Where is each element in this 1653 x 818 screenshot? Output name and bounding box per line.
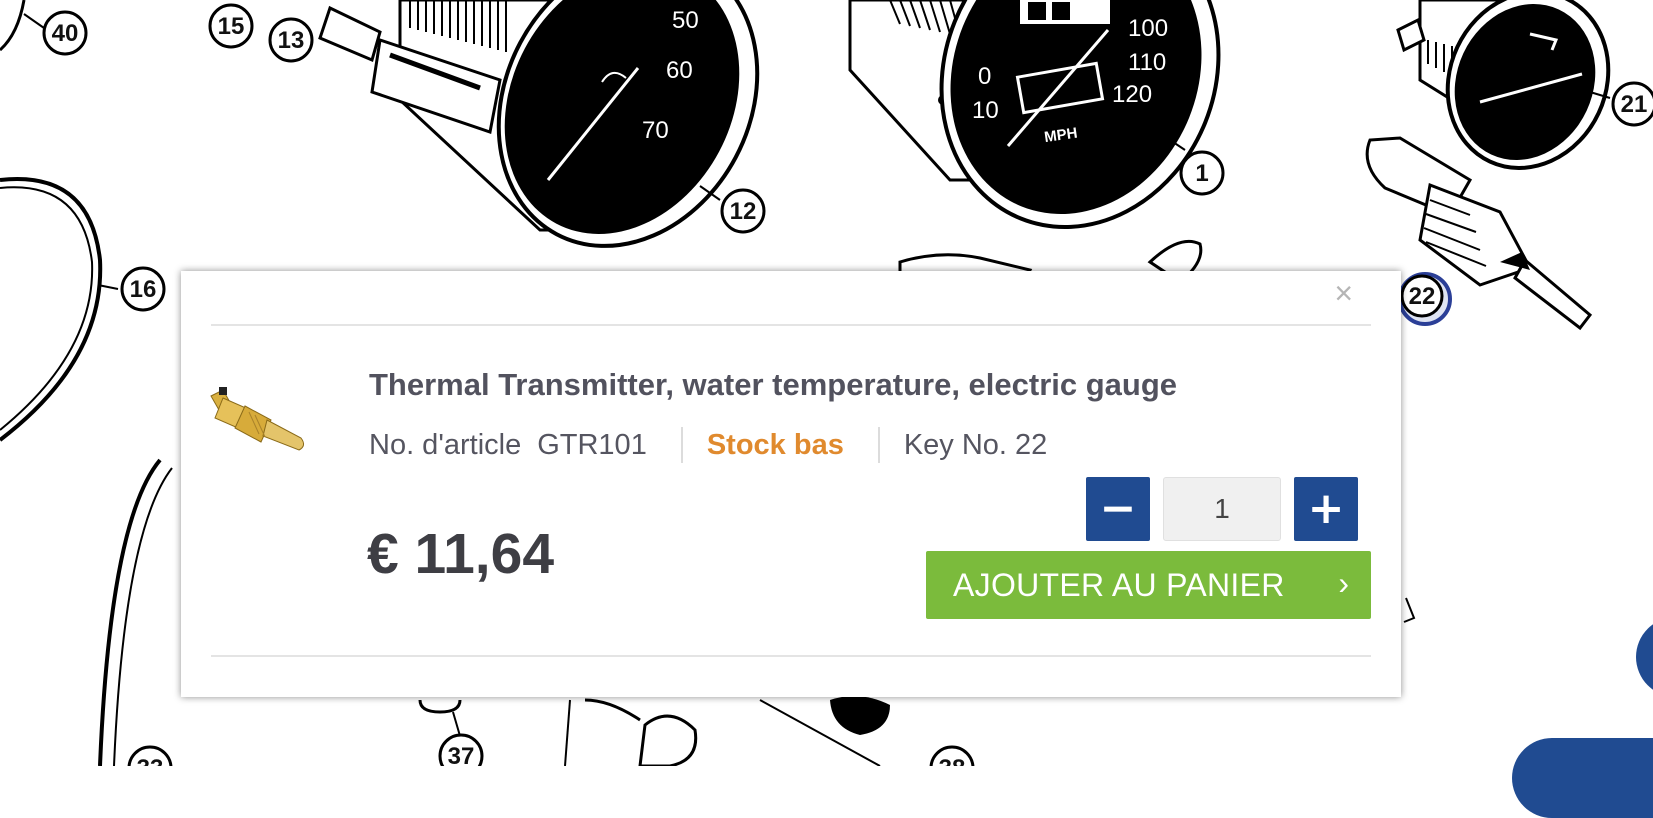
- callout-1: 1: [1179, 150, 1225, 196]
- svg-text:37: 37: [448, 743, 475, 766]
- callout-37: 37: [438, 733, 484, 766]
- callout-22[interactable]: 22: [1398, 272, 1452, 326]
- dial-label: 50: [672, 7, 699, 34]
- svg-text:12: 12: [730, 198, 757, 225]
- dial-label: 70: [642, 117, 669, 144]
- thermal-transmitter-photo-icon: [210, 387, 305, 451]
- quantity-input[interactable]: [1163, 477, 1281, 541]
- product-price: € 11,64: [367, 522, 555, 586]
- callout-13: 13: [268, 17, 314, 63]
- svg-text:13: 13: [278, 27, 305, 54]
- callout-12: 12: [699, 185, 766, 234]
- chat-button[interactable]: [1512, 738, 1653, 818]
- dial-label: 120: [1112, 81, 1152, 108]
- svg-text:40: 40: [52, 20, 79, 47]
- article-number-label: No. d'article: [369, 428, 522, 461]
- add-to-cart-button[interactable]: AJOUTER AU PANIER ›: [926, 551, 1371, 619]
- plus-icon: +: [1307, 483, 1345, 534]
- popup-divider-top: [211, 324, 1371, 326]
- dial-label: 0: [978, 63, 991, 90]
- close-icon[interactable]: ×: [1334, 277, 1353, 309]
- popup-divider-bottom: [211, 655, 1371, 657]
- product-meta: No. d'article GTR101 Stock bas Key No. 2…: [369, 427, 1047, 463]
- stock-status-badge: Stock bas: [706, 428, 844, 461]
- meta-divider: [877, 427, 880, 463]
- svg-text:16: 16: [130, 276, 157, 303]
- callout-38: 38: [929, 745, 975, 766]
- chevron-right-icon: ›: [1338, 565, 1349, 601]
- meta-divider: [680, 427, 683, 463]
- svg-text:33: 33: [137, 755, 164, 766]
- dial-label: 100: [1128, 15, 1168, 42]
- article-number-value: GTR101: [537, 428, 647, 461]
- dial-label: 10: [972, 97, 999, 124]
- dial-label: 60: [666, 57, 693, 84]
- callout-40: 40: [42, 10, 88, 56]
- part-gasket-16: [0, 177, 103, 442]
- minus-icon: −: [1099, 483, 1137, 534]
- svg-text:38: 38: [939, 755, 966, 766]
- part-gauge-12: [318, 0, 760, 248]
- svg-text:1: 1: [1195, 160, 1208, 187]
- svg-text:22: 22: [1409, 283, 1436, 310]
- quantity-increase-button[interactable]: +: [1294, 477, 1358, 541]
- svg-text:21: 21: [1621, 91, 1648, 118]
- add-to-cart-label: AJOUTER AU PANIER: [953, 566, 1285, 603]
- key-number: Key No. 22: [903, 428, 1048, 461]
- product-popup: × Thermal Transmitter, water temperature…: [181, 271, 1401, 697]
- quantity-decrease-button[interactable]: −: [1086, 477, 1150, 541]
- callout-33: 33: [127, 745, 173, 766]
- callout-15: 15: [208, 3, 254, 49]
- dial-label: 110: [1128, 49, 1166, 76]
- product-title: Thermal Transmitter, water temperature, …: [369, 367, 1178, 402]
- svg-text:15: 15: [218, 13, 245, 40]
- callout-16: 16: [97, 266, 166, 312]
- part-fragment-40: [0, 0, 26, 52]
- callout-21: 21: [1611, 81, 1653, 127]
